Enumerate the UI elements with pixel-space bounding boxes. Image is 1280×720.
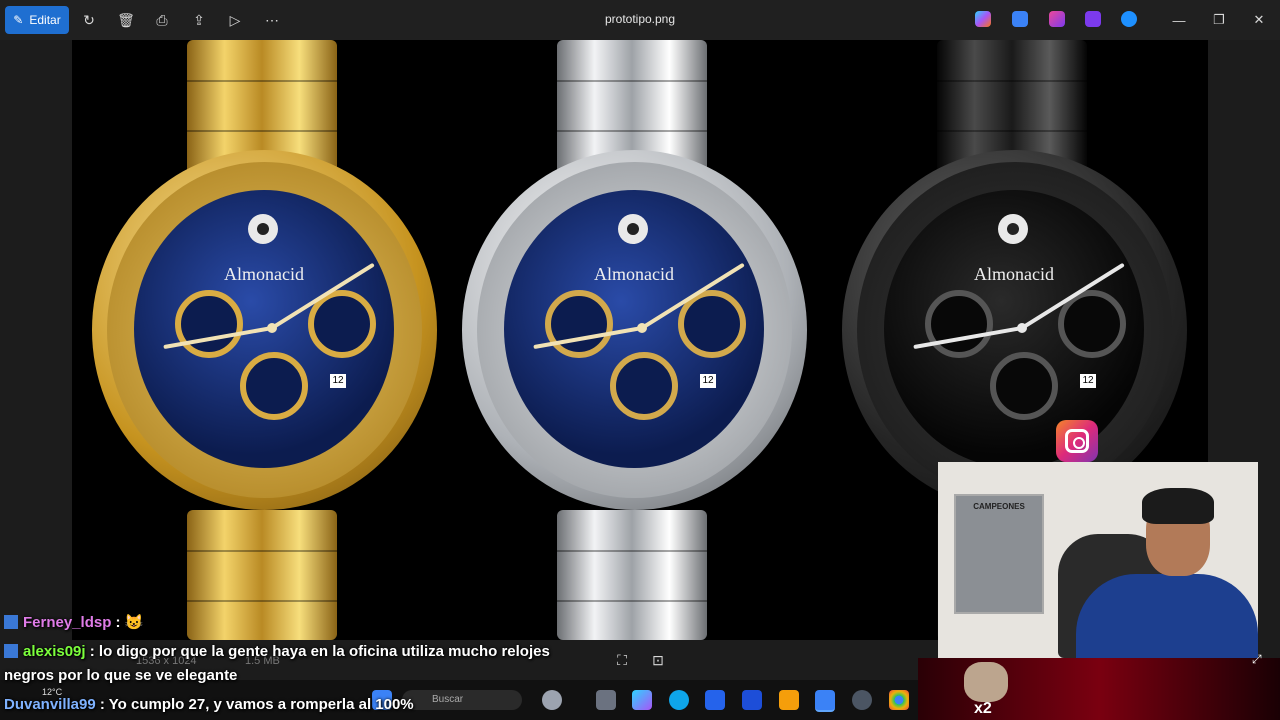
watch-brand: Almonacid: [594, 264, 674, 284]
chat-badge-icon: [4, 615, 18, 629]
onedrive-icon[interactable]: [1121, 11, 1137, 27]
widgets-icon[interactable]: [596, 690, 616, 710]
subdial: [990, 352, 1058, 420]
mail-icon[interactable]: [742, 690, 762, 710]
brand-logo: [248, 214, 278, 244]
video-editor-icon[interactable]: [1085, 11, 1101, 27]
fit-to-window-icon[interactable]: ⛶: [612, 650, 632, 670]
chat-username: Duvanvilla99: [4, 696, 96, 713]
chat-separator: :: [85, 643, 95, 660]
actual-size-icon[interactable]: ⊡: [648, 650, 668, 670]
cat-emote-icon: [964, 662, 1008, 702]
slideshow-icon[interactable]: ▷: [225, 10, 245, 30]
clipchamp-icon[interactable]: [1049, 11, 1065, 27]
file-explorer-icon[interactable]: [779, 690, 799, 710]
store-icon[interactable]: [705, 690, 725, 710]
rotate-icon[interactable]: ↻: [79, 10, 99, 30]
brand-logo: [998, 214, 1028, 244]
minimize-icon[interactable]: —: [1169, 10, 1189, 30]
hand-hub: [1017, 323, 1027, 333]
edit-button[interactable]: ✎ Editar: [5, 6, 69, 34]
photos-icon[interactable]: [815, 690, 835, 712]
poster-title: CAMPEONES: [973, 502, 1025, 511]
hand-hub: [637, 323, 647, 333]
expand-icon[interactable]: ⤢: [1252, 652, 1266, 666]
watch-strap: [187, 510, 337, 640]
date-window: 12: [1080, 374, 1096, 388]
chat-username: Ferney_ldsp: [23, 614, 112, 631]
settings-icon[interactable]: [852, 690, 872, 710]
chrome-icon[interactable]: [889, 690, 909, 710]
wall-poster: CAMPEONES: [954, 494, 1044, 614]
share-icon[interactable]: ⇪: [189, 10, 209, 30]
chat-badge-icon: [4, 644, 18, 658]
maximize-icon[interactable]: ❐: [1209, 10, 1229, 30]
chat-message-continuation: negros por lo que se ve elegante: [4, 667, 237, 684]
edit-icon: ✎: [13, 13, 24, 27]
delete-icon[interactable]: 🗑: [116, 10, 136, 30]
search-box[interactable]: Buscar: [402, 690, 522, 710]
brand-logo: [618, 214, 648, 244]
copilot-taskbar-icon[interactable]: [632, 690, 652, 710]
date-window: 12: [700, 374, 716, 388]
multiplier-label: x2: [974, 700, 992, 717]
watch-gold: Almonacid 12: [72, 40, 452, 640]
chat-message: Ferney_ldsp : 😺: [4, 613, 143, 631]
more-icon[interactable]: ⋯: [262, 10, 282, 30]
webcam-overlay: CAMPEONES: [938, 462, 1258, 658]
streamer-hair: [1142, 488, 1214, 524]
edge-icon[interactable]: [669, 690, 689, 710]
subdial: [925, 290, 993, 358]
watch-brand: Almonacid: [974, 264, 1054, 284]
print-icon[interactable]: ⎙: [152, 10, 172, 30]
subdial: [545, 290, 613, 358]
watch-silver: Almonacid 12: [442, 40, 822, 640]
task-view-icon[interactable]: [542, 690, 562, 710]
chat-message: Duvanvilla99 : Yo cumplo 27, y vamos a r…: [4, 696, 414, 713]
subdial: [610, 352, 678, 420]
watch-brand: Almonacid: [224, 264, 304, 284]
chat-text: Yo cumplo 27, y vamos a romperla al 100%: [104, 696, 414, 713]
instagram-icon: [1056, 420, 1098, 462]
chat-text: negros por lo que se ve elegante: [4, 667, 238, 684]
hand-hub: [267, 323, 277, 333]
copilot-icon[interactable]: [975, 11, 991, 27]
streamer-body: [1076, 574, 1258, 658]
date-window: 12: [330, 374, 346, 388]
chat-username: alexis09j: [23, 643, 86, 660]
chat-separator: :: [111, 614, 121, 631]
close-icon[interactable]: ✕: [1249, 10, 1269, 30]
chat-text: lo digo por que la gente haya en la ofic…: [94, 643, 550, 660]
subdial: [240, 352, 308, 420]
chat-message: alexis09j : lo digo por que la gente hay…: [4, 643, 550, 660]
designer-icon[interactable]: [1012, 11, 1028, 27]
photo-viewer-titlebar: ✎ Editar ↻ 🗑 ⎙ ⇪ ▷ ⋯ prototipo.png — ❐ ✕: [0, 0, 1280, 40]
subdial: [175, 290, 243, 358]
file-name: prototipo.png: [604, 12, 676, 26]
watch-strap: [557, 510, 707, 640]
edit-label: Editar: [29, 13, 61, 27]
chat-text: 😺: [120, 614, 144, 631]
chat-separator: :: [95, 696, 105, 713]
